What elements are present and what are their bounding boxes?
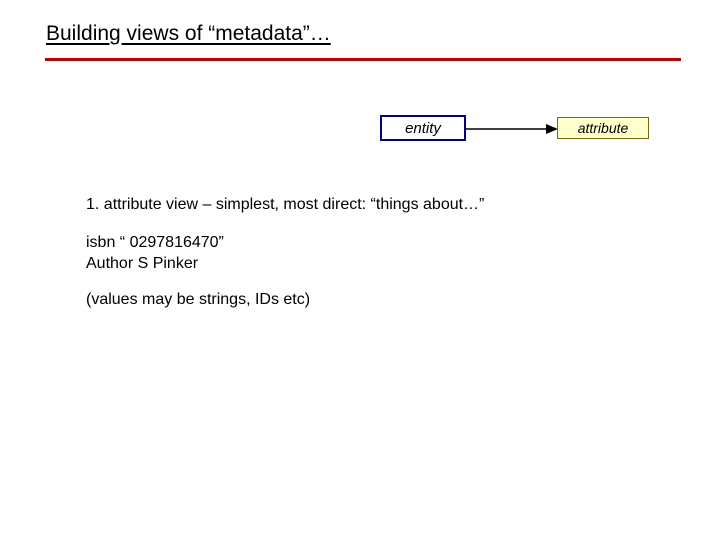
attribute-label: attribute (578, 120, 629, 136)
slide-title: Building views of “metadata”… (46, 22, 331, 46)
example-author: Author S Pinker (86, 253, 646, 275)
entity-label: entity (405, 120, 441, 137)
body-text: 1. attribute view – simplest, most direc… (86, 194, 646, 326)
values-note: (values may be strings, IDs etc) (86, 289, 646, 311)
arrow-icon (466, 119, 558, 139)
title-underline-rule (45, 58, 681, 61)
slide: Building views of “metadata”… entity att… (0, 0, 720, 540)
example-isbn: isbn “ 0297816470” (86, 232, 646, 254)
entity-box: entity (380, 115, 466, 141)
attribute-view-line: 1. attribute view – simplest, most direc… (86, 194, 646, 216)
attribute-box: attribute (557, 117, 649, 139)
example-block: isbn “ 0297816470” Author S Pinker (86, 232, 646, 275)
